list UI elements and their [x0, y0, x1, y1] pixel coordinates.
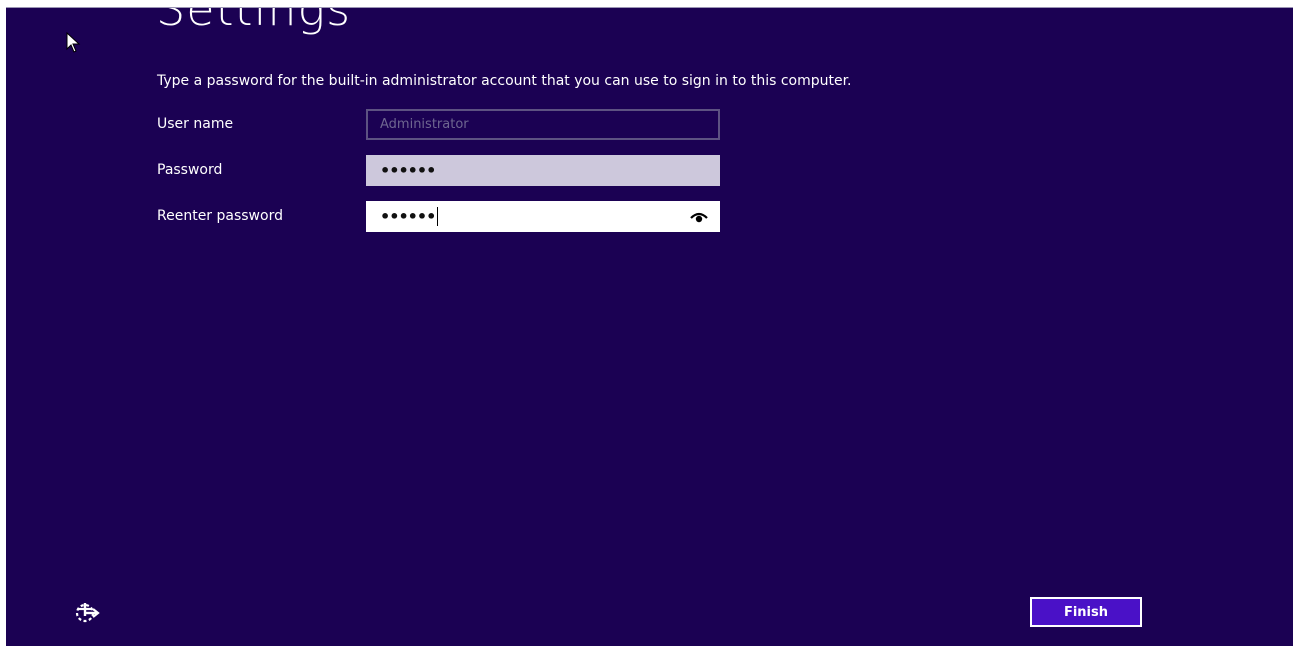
reenter-password-label: Reenter password: [157, 208, 283, 224]
password-field[interactable]: ••••••: [366, 155, 720, 186]
eye-icon[interactable]: [690, 210, 708, 224]
reenter-password-masked-value: ••••••: [380, 207, 436, 226]
reenter-password-field[interactable]: ••••••: [366, 201, 720, 232]
mouse-pointer-icon: [66, 32, 81, 53]
password-masked-value: ••••••: [380, 161, 436, 180]
finish-button[interactable]: Finish: [1030, 597, 1142, 627]
ease-of-access-icon[interactable]: [74, 600, 100, 624]
setup-screen: Settings Type a password for the built-i…: [6, 8, 1293, 646]
username-label: User name: [157, 116, 234, 132]
username-value: Administrator: [380, 117, 469, 132]
instruction-text: Type a password for the built-in adminis…: [157, 73, 852, 89]
page-title: Settings: [156, 8, 352, 36]
password-label: Password: [157, 162, 223, 178]
username-field[interactable]: Administrator: [366, 109, 720, 140]
text-caret: [437, 207, 439, 226]
